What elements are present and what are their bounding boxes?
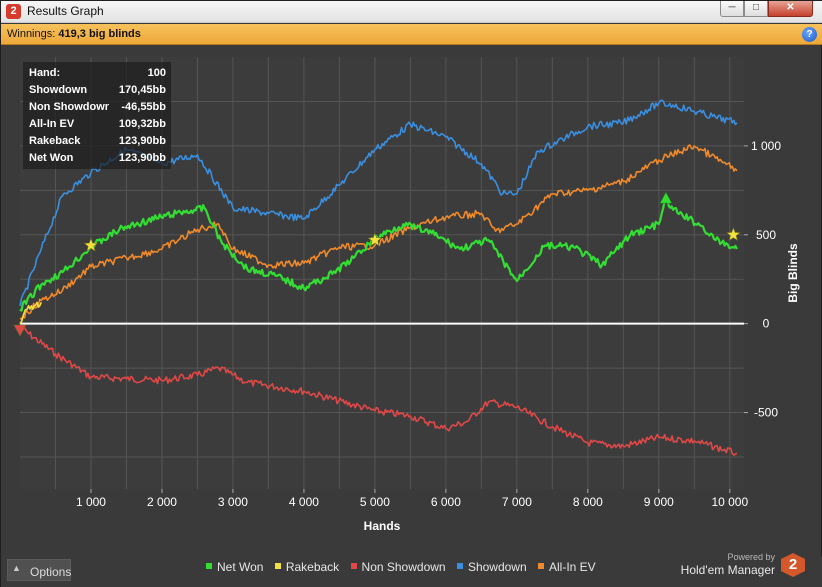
legend-label: Rakeback xyxy=(285,560,340,574)
hem2-logo-icon: 2 xyxy=(781,553,805,577)
stat-value: -46,55bb xyxy=(121,101,166,113)
stat-key: Net Won xyxy=(29,152,74,164)
x-tick-label: 8 000 xyxy=(573,495,603,509)
stat-value: 123,90bb xyxy=(118,135,166,147)
stat-key: Non Showdown xyxy=(29,101,109,113)
stat-row-net-won: Net Won 123,90bb xyxy=(29,152,169,168)
legend-label: All-In EV xyxy=(549,560,596,574)
powered-by-text: Powered by xyxy=(727,552,775,562)
stat-key: Hand: xyxy=(29,67,61,79)
y-tick-label: 500 xyxy=(756,228,776,242)
brand-name: Hold'em Manager xyxy=(680,563,775,577)
stat-value: 109,32bb xyxy=(118,118,166,130)
stat-key: Showdown xyxy=(29,84,88,96)
legend-swatch xyxy=(456,563,463,569)
legend-item-net-won[interactable]: Net Won xyxy=(206,560,263,574)
x-tick-label: 2 000 xyxy=(147,495,177,509)
legend-item-non-showdown[interactable]: Non Showdown xyxy=(350,560,446,574)
powered-by-branding: Powered by Hold'em Manager xyxy=(680,552,783,582)
legend-swatch xyxy=(350,563,357,569)
stat-row-all-in-ev: All-In EV 109,32bb xyxy=(29,118,169,134)
legend-swatch xyxy=(538,563,544,569)
x-tick-label: 5 000 xyxy=(360,495,390,509)
legend-item-showdown[interactable]: Showdown xyxy=(456,560,527,574)
winnings-summary: Winnings: 419,3 big blinds xyxy=(7,28,141,40)
window-title: Results Graph xyxy=(27,4,104,18)
stat-key: All-In EV xyxy=(29,118,75,130)
legend-label: Net Won xyxy=(217,560,264,574)
legend-item-rakeback[interactable]: Rakeback xyxy=(274,560,340,574)
hand-stats-tooltip: Hand: 100 Showdown 170,45bb Non Showdown… xyxy=(23,62,171,169)
legend-label: Showdown xyxy=(467,560,527,574)
x-tick-label: 6 000 xyxy=(431,495,461,509)
legend-swatch xyxy=(274,563,281,569)
x-tick-label: 10 000 xyxy=(711,495,748,509)
y-axis-label: Big Blinds xyxy=(786,243,800,303)
close-button[interactable]: ✕ xyxy=(768,1,813,17)
legend-item-all-in-ev[interactable]: All-In EV xyxy=(538,560,596,574)
stat-key: Rakeback xyxy=(29,135,81,147)
y-tick-label: 0 xyxy=(763,317,770,331)
y-tick-label: -500 xyxy=(754,406,778,420)
options-button[interactable]: ▲ Options xyxy=(7,559,71,581)
maximize-button[interactable]: □ xyxy=(744,1,768,17)
stat-value: 123,90bb xyxy=(118,152,166,164)
chevron-up-icon: ▲ xyxy=(12,563,21,573)
app-logo-icon: 2 xyxy=(6,4,21,19)
x-tick-label: 4 000 xyxy=(289,495,319,509)
x-axis-label: Hands xyxy=(364,519,401,533)
stat-row-rakeback: Rakeback 123,90bb xyxy=(29,135,169,151)
legend-label: Non Showdown xyxy=(361,560,446,574)
x-tick-label: 1 000 xyxy=(76,495,106,509)
minimize-button[interactable]: ─ xyxy=(720,1,744,17)
results-graph-window: 2 Results Graph ─ □ ✕ Winnings: 419,3 bi… xyxy=(0,0,822,587)
legend-swatch xyxy=(206,563,212,569)
title-bar[interactable]: 2 Results Graph ─ □ ✕ xyxy=(1,1,822,23)
stat-value: 100 xyxy=(147,67,166,79)
winnings-value: 419,3 big blinds xyxy=(58,28,141,40)
options-label: Options xyxy=(30,565,72,579)
stat-value: 170,45bb xyxy=(118,84,166,96)
x-tick-label: 9 000 xyxy=(644,495,674,509)
y-tick-label: 1 000 xyxy=(751,139,781,153)
winnings-bar: Winnings: 419,3 big blinds ? xyxy=(1,24,822,45)
winnings-label: Winnings: xyxy=(7,28,56,40)
chart-legend: Net Won Rakeback Non Showdown Showdown A… xyxy=(206,560,604,576)
help-icon[interactable]: ? xyxy=(802,27,817,42)
footer-bar: ▲ Options Net Won Rakeback Non Showdown … xyxy=(1,552,822,587)
stat-row-non-showdown: Non Showdown -46,55bb xyxy=(29,101,169,117)
stat-row-showdown: Showdown 170,45bb xyxy=(29,84,169,100)
x-tick-label: 7 000 xyxy=(502,495,532,509)
stat-row-hand: Hand: 100 xyxy=(29,67,169,83)
x-tick-label: 3 000 xyxy=(218,495,248,509)
